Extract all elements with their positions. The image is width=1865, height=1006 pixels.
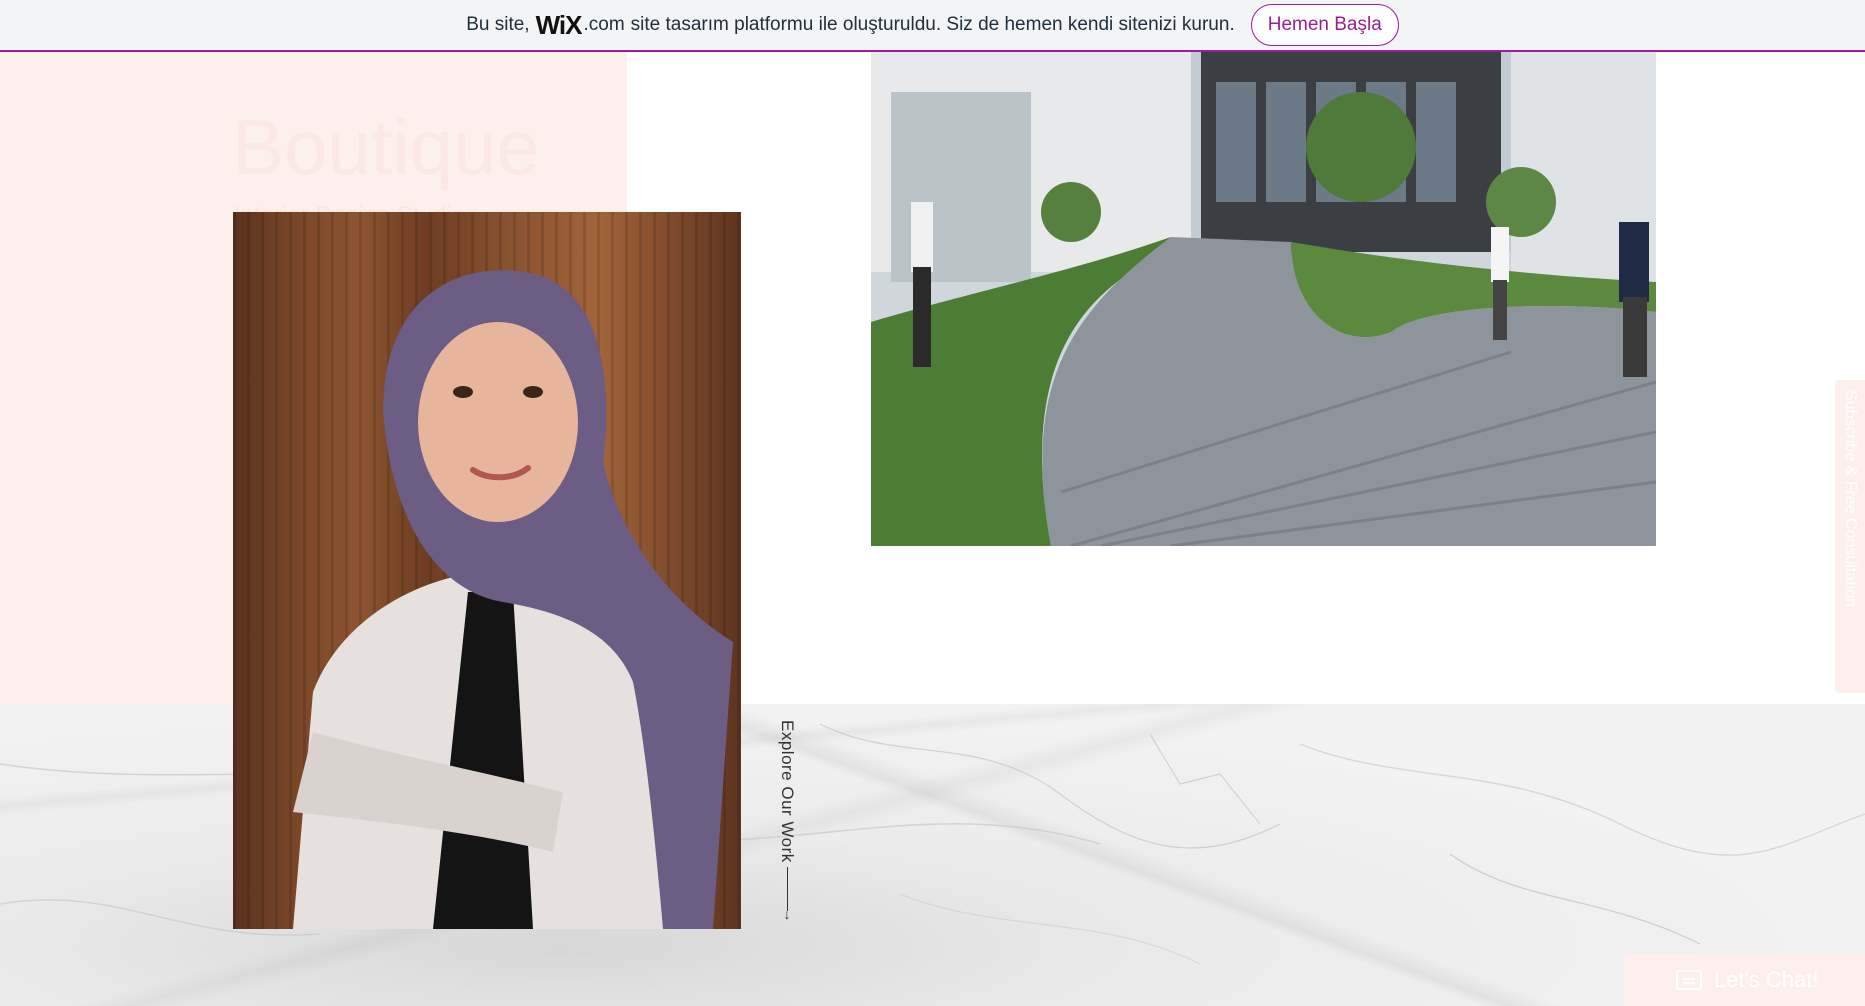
explore-arrow-line [786, 866, 788, 911]
arrow-down-icon: ↓ [783, 905, 791, 922]
chat-icon [1676, 970, 1702, 990]
banner-text: Bu site, WiX .com site tasarım platformu … [466, 10, 1235, 41]
explore-our-work-link[interactable]: Explore Our Work ↓ [775, 720, 799, 930]
start-now-button[interactable]: Hemen Başla [1250, 4, 1399, 46]
campus-photo [871, 52, 1656, 546]
wix-banner: Bu site, WiX .com site tasarım platformu … [0, 0, 1865, 52]
wix-logo-suffix: .com [583, 14, 625, 35]
explore-label: Explore Our Work [778, 720, 797, 863]
banner-prefix: Bu site, [466, 14, 530, 35]
side-tab-label: Subscribe & Free Consultation [1842, 390, 1859, 607]
chat-button[interactable]: Let's Chat! [1624, 954, 1865, 1006]
banner-message: site tasarım platformu ile oluşturuldu. … [630, 14, 1235, 35]
wix-logo[interactable]: WiX [536, 10, 583, 41]
side-subscribe-tab[interactable]: Subscribe & Free Consultation [1835, 380, 1865, 693]
founder-portrait [233, 212, 741, 929]
chat-label: Let's Chat! [1714, 967, 1819, 992]
hero-title: Boutique [232, 103, 540, 191]
